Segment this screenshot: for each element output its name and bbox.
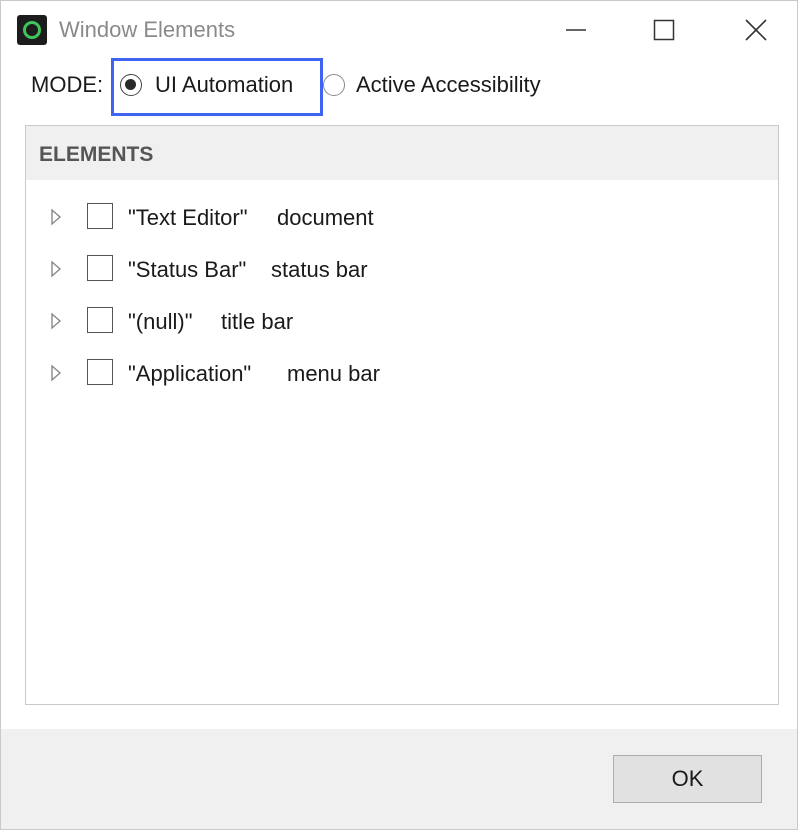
row-name: "Status Bar" — [128, 257, 247, 282]
app-logo-icon — [17, 15, 47, 45]
row-checkbox[interactable] — [87, 255, 113, 281]
expand-arrow-icon[interactable] — [50, 312, 62, 330]
row-checkbox[interactable] — [87, 203, 113, 229]
tree-row[interactable]: "(null)" title bar — [26, 301, 778, 341]
tree-row[interactable]: "Application" menu bar — [26, 353, 778, 393]
row-name: "Application" — [128, 361, 252, 386]
minimize-icon — [566, 29, 586, 31]
active-accessibility-label[interactable]: Active Accessibility — [356, 72, 541, 98]
row-type: document — [277, 205, 374, 230]
maximize-button[interactable] — [641, 11, 687, 49]
expand-arrow-icon[interactable] — [50, 260, 62, 278]
row-checkbox[interactable] — [87, 359, 113, 385]
expand-arrow-icon[interactable] — [50, 208, 62, 226]
row-type: menu bar — [287, 361, 380, 386]
title-bar: Window Elements — [1, 1, 797, 59]
row-name: "Text Editor" — [128, 205, 248, 230]
elements-panel: ELEMENTS "Text Editor" document "Status … — [25, 125, 779, 705]
elements-header: ELEMENTS — [26, 126, 778, 180]
close-icon — [745, 19, 767, 41]
minimize-button[interactable] — [553, 11, 599, 49]
row-checkbox[interactable] — [87, 307, 113, 333]
elements-header-label: ELEMENTS — [39, 143, 154, 166]
maximize-icon — [653, 19, 675, 41]
row-type: status bar — [271, 257, 368, 282]
mode-label: MODE: — [31, 72, 104, 97]
row-type: title bar — [221, 309, 294, 334]
expand-arrow-icon[interactable] — [50, 364, 62, 382]
window-title: Window Elements — [59, 17, 236, 42]
selection-highlight — [111, 58, 323, 116]
active-accessibility-radio[interactable] — [323, 74, 345, 96]
ok-button[interactable]: OK — [613, 755, 762, 803]
tree-row[interactable]: "Text Editor" document — [26, 197, 778, 237]
tree-row[interactable]: "Status Bar" status bar — [26, 249, 778, 289]
dialog-footer: OK — [1, 729, 797, 829]
close-button[interactable] — [733, 11, 779, 49]
row-name: "(null)" — [128, 309, 193, 334]
window-elements-dialog: Window Elements MODE: UI Automation Acti… — [0, 0, 798, 830]
